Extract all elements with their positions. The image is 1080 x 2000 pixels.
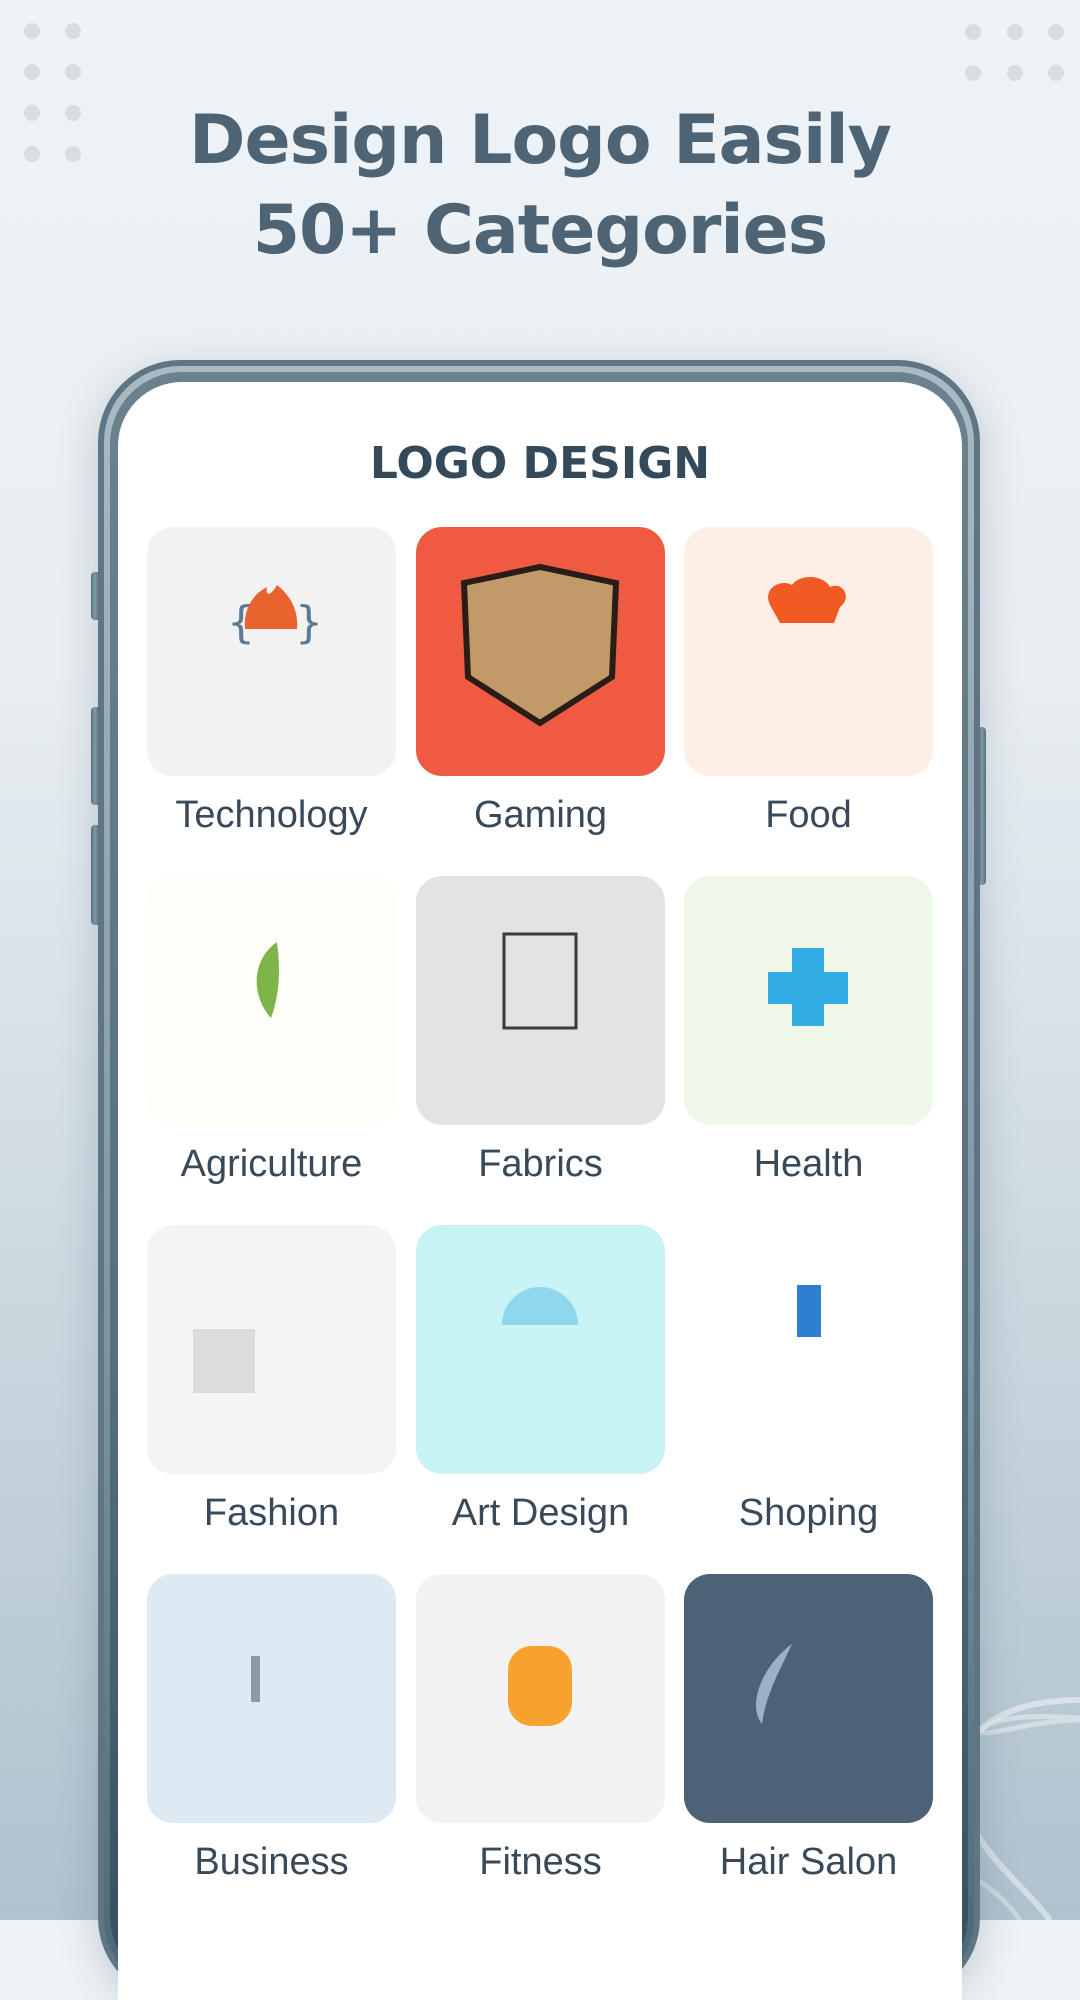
category-thumbnail[interactable]: Agriculture Products Logo <box>147 876 396 1125</box>
category-item-art-design[interactable]: PRINTING YOUR PROJECT IS OUR Art Design <box>416 1225 665 1535</box>
category-label[interactable]: Food <box>684 794 933 837</box>
category-item-shoping[interactable]: COMPANY YOUR AWESOME TAGLINE Shoping <box>684 1225 933 1535</box>
category-thumbnail[interactable]: { } NERDLOGO TAGLINE HERE <box>147 527 396 776</box>
book-chart-icon: FINANCE TAGLINE HERE <box>251 1656 260 1702</box>
category-item-fabrics[interactable]: SUITS SHOP PROFESSIONAL Fabrics <box>416 876 665 1186</box>
category-item-food[interactable]: MR.BIGB LOGO NAME Food <box>684 527 933 837</box>
category-thumbnail[interactable]: PRINTING YOUR PROJECT IS OUR <box>416 1225 665 1474</box>
category-thumbnail[interactable]: SUITS SHOP PROFESSIONAL <box>416 876 665 1125</box>
category-thumbnail[interactable]: FINANCE TAGLINE HERE <box>147 1574 396 1823</box>
category-label[interactable]: Health <box>684 1143 933 1186</box>
chef-pizza-icon: MR.BIGB LOGO NAME <box>768 576 846 623</box>
medical-cross-bone-icon: HEALTH BONE TAGLINE HERE <box>768 948 848 1026</box>
category-item-hair-salon[interactable]: Hairstyle SLOGAN HERE Hair Salon <box>684 1574 933 1884</box>
category-label[interactable]: Technology <box>147 794 396 837</box>
category-label[interactable]: Fabrics <box>416 1143 665 1186</box>
category-thumbnail[interactable]: HEALTH BONE TAGLINE HERE <box>684 876 933 1125</box>
phone-screen: LOGO DESIGN { } NERDLOGO TAGLINE HERE Te… <box>118 382 962 2000</box>
category-thumbnail[interactable]: Fitness SLOGAN HERE <box>416 1574 665 1823</box>
gamer-mascot-icon: GAMING <box>460 563 620 727</box>
leaf-branch-icon: FASHION STORE SINCE 2022 <box>193 1329 255 1393</box>
woman-profile-icon: Hairstyle SLOGAN HERE <box>755 1644 792 1724</box>
category-label[interactable]: Business <box>147 1841 396 1884</box>
category-label[interactable]: Gaming <box>416 794 665 837</box>
category-item-health[interactable]: HEALTH BONE TAGLINE HERE Health <box>684 876 933 1186</box>
category-item-gaming[interactable]: GAMING Gaming <box>416 527 665 837</box>
category-item-business[interactable]: FINANCE TAGLINE HERE Business <box>147 1574 396 1884</box>
shop-stationery-icon: COMPANY YOUR AWESOME TAGLINE <box>797 1285 821 1337</box>
screen-title: LOGO DESIGN <box>369 438 711 489</box>
category-thumbnail[interactable]: FASHION STORE SINCE 2022 <box>147 1225 396 1474</box>
promo-headline: Design Logo Easily 50+ Categories <box>0 96 1080 276</box>
category-item-fitness[interactable]: Fitness SLOGAN HERE Fitness <box>416 1574 665 1884</box>
svg-text:}: } <box>295 597 323 648</box>
category-label[interactable]: Fashion <box>147 1492 396 1535</box>
category-item-fashion[interactable]: FASHION STORE SINCE 2022 Fashion <box>147 1225 396 1535</box>
category-item-agriculture[interactable]: Agriculture Products Logo Agriculture <box>147 876 396 1186</box>
phone-frame: LOGO DESIGN { } NERDLOGO TAGLINE HERE Te… <box>98 360 980 2000</box>
category-label[interactable]: Fitness <box>416 1841 665 1884</box>
category-thumbnail[interactable]: Hairstyle SLOGAN HERE <box>684 1574 933 1823</box>
category-thumbnail[interactable]: MR.BIGB LOGO NAME <box>684 527 933 776</box>
category-label[interactable]: Hair Salon <box>684 1841 933 1884</box>
category-item-technology[interactable]: { } NERDLOGO TAGLINE HERE Technology <box>147 527 396 837</box>
category-thumbnail[interactable]: COMPANY YOUR AWESOME TAGLINE <box>684 1225 933 1474</box>
suit-tie-icon: SUITS SHOP PROFESSIONAL <box>502 932 578 1030</box>
category-label[interactable]: Art Design <box>416 1492 665 1535</box>
nerd-face-icon: { } NERDLOGO TAGLINE HERE <box>227 585 323 648</box>
bodybuilder-icon: Fitness SLOGAN HERE <box>508 1646 572 1726</box>
headline-line-1: Design Logo Easily <box>189 101 892 180</box>
category-thumbnail[interactable]: GAMING <box>416 527 665 776</box>
category-label[interactable]: Shoping <box>684 1492 933 1535</box>
category-label[interactable]: Agriculture <box>147 1143 396 1186</box>
printer-rainbow-icon: PRINTING YOUR PROJECT IS OUR <box>502 1287 578 1325</box>
leaves-icon: Agriculture Products Logo <box>256 942 279 1018</box>
headline-line-2: 50+ Categories <box>252 191 829 270</box>
